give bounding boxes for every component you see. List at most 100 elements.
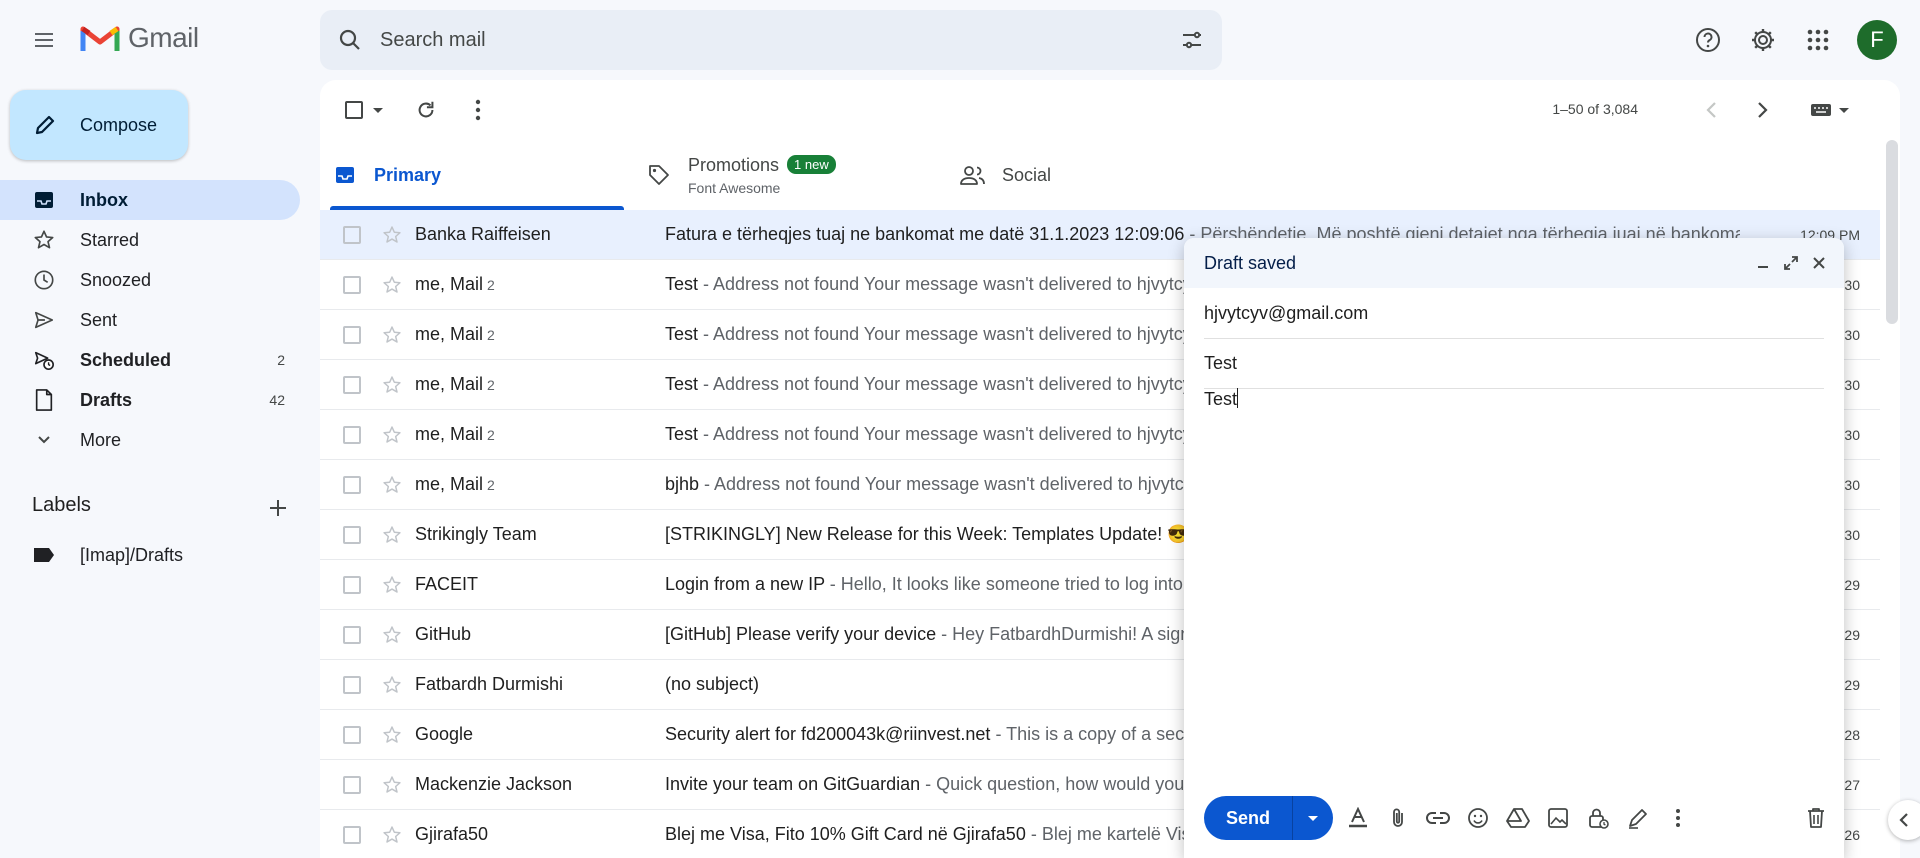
close-icon[interactable] [1806, 250, 1832, 276]
email-subject: Test [665, 374, 699, 394]
row-checkbox[interactable] [343, 475, 361, 494]
sidebar-item-starred[interactable]: Starred [0, 220, 300, 260]
star-icon[interactable] [380, 725, 404, 745]
emoji-icon[interactable] [1464, 804, 1492, 832]
star-icon[interactable] [380, 775, 404, 795]
list-scrollbar[interactable] [1886, 140, 1898, 324]
gmail-logo[interactable]: Gmail [80, 22, 199, 54]
minimize-icon[interactable] [1750, 250, 1776, 276]
compose-button[interactable]: Compose [10, 90, 188, 160]
caret-down-icon [373, 108, 383, 113]
star-icon[interactable] [380, 625, 404, 645]
select-all-checkbox[interactable] [340, 92, 390, 128]
email-subject: Login from a new IP [665, 574, 825, 594]
fullscreen-icon[interactable] [1778, 250, 1804, 276]
thread-count: 2 [487, 427, 495, 443]
star-icon[interactable] [380, 825, 404, 845]
subject-field[interactable]: Test [1204, 338, 1824, 389]
tab-primary[interactable]: Primary [330, 140, 624, 210]
row-checkbox[interactable] [343, 325, 361, 344]
email-subject: Invite your team on GitGuardian [665, 774, 921, 794]
star-icon[interactable] [380, 225, 404, 245]
email-sender: Banka Raiffeisen [415, 224, 551, 244]
settings-gear-icon[interactable] [1743, 20, 1783, 60]
email-sender: Gjirafa50 [415, 824, 489, 844]
row-checkbox[interactable] [343, 225, 361, 244]
search-input[interactable]: Search mail [380, 29, 1162, 52]
send-button-group: Send [1204, 796, 1333, 840]
more-options-icon[interactable] [1664, 804, 1692, 832]
confidential-mode-icon[interactable] [1584, 804, 1612, 832]
message-body[interactable]: Test [1204, 388, 1239, 410]
more-vert-icon[interactable] [460, 92, 496, 128]
side-panel-chevron-left-icon[interactable] [1888, 800, 1920, 840]
main-menu-button[interactable] [24, 20, 64, 60]
row-checkbox[interactable] [343, 425, 361, 444]
tab-promotions[interactable]: Promotions 1 new Font Awesome [644, 140, 938, 210]
sidebar-label-imap-drafts[interactable]: [Imap]/Drafts [32, 535, 183, 575]
sidebar-item-drafts[interactable]: Drafts 42 [0, 380, 300, 420]
row-checkbox[interactable] [343, 275, 361, 294]
attach-file-icon[interactable] [1384, 804, 1412, 832]
search-options-icon[interactable] [1162, 28, 1222, 52]
row-checkbox[interactable] [343, 675, 361, 694]
compose-header[interactable]: Draft saved [1184, 238, 1844, 288]
star-icon[interactable] [380, 675, 404, 695]
signature-pen-icon[interactable] [1624, 804, 1652, 832]
send-button[interactable]: Send [1204, 796, 1292, 840]
discard-draft-trash-icon[interactable] [1802, 804, 1830, 832]
google-drive-icon[interactable] [1504, 804, 1532, 832]
compose-window: Draft saved hjvytcyv@gmail.com Test Test… [1184, 238, 1844, 858]
send-options-dropdown[interactable] [1292, 796, 1333, 840]
row-checkbox[interactable] [343, 775, 361, 794]
email-subject: [STRIKINGLY] New Release for this Week: … [665, 524, 1190, 544]
row-checkbox[interactable] [343, 525, 361, 544]
sidebar-nav: Inbox Starred Snoozed Sent Scheduled 2 D… [0, 180, 300, 460]
add-label-plus-icon[interactable] [264, 494, 292, 522]
email-sender: me, Mail 2 [415, 374, 495, 394]
star-icon[interactable] [380, 475, 404, 495]
email-sender: me, Mail 2 [415, 274, 495, 294]
row-checkbox[interactable] [343, 825, 361, 844]
email-subject: Test [665, 274, 699, 294]
draft-icon [32, 388, 56, 412]
star-icon[interactable] [380, 325, 404, 345]
sidebar-item-inbox[interactable]: Inbox [0, 180, 300, 220]
recipient-field[interactable]: hjvytcyv@gmail.com [1204, 288, 1824, 339]
star-icon[interactable] [380, 525, 404, 545]
search-icon[interactable] [320, 28, 380, 52]
help-icon[interactable] [1688, 20, 1728, 60]
send-icon [32, 308, 56, 332]
sidebar-item-scheduled[interactable]: Scheduled 2 [0, 340, 300, 380]
people-icon [958, 164, 988, 186]
pencil-icon [10, 113, 80, 137]
email-sender: me, Mail 2 [415, 324, 495, 344]
list-toolbar: 1–50 of 3,084 [320, 80, 1900, 140]
email-time: 30 [1844, 426, 1860, 443]
insert-link-icon[interactable] [1424, 804, 1452, 832]
tab-social[interactable]: Social [958, 140, 1252, 210]
row-checkbox[interactable] [343, 725, 361, 744]
star-icon[interactable] [380, 425, 404, 445]
newer-chevron-left-icon[interactable] [1694, 92, 1730, 128]
sidebar-item-more[interactable]: More [0, 420, 300, 460]
formatting-options-icon[interactable] [1344, 804, 1372, 832]
row-checkbox[interactable] [343, 575, 361, 594]
star-icon[interactable] [380, 375, 404, 395]
insert-photo-icon[interactable] [1544, 804, 1572, 832]
email-subject: Blej me Visa, Fito 10% Gift Card në Gjir… [665, 824, 1026, 844]
input-tools-keyboard-icon[interactable] [1800, 92, 1860, 128]
compose-title: Draft saved [1204, 252, 1297, 273]
apps-grid-icon[interactable] [1798, 20, 1838, 60]
row-checkbox[interactable] [343, 375, 361, 394]
star-icon[interactable] [380, 275, 404, 295]
row-checkbox[interactable] [343, 625, 361, 644]
account-avatar[interactable]: F [1857, 20, 1897, 60]
star-icon[interactable] [380, 575, 404, 595]
refresh-icon[interactable] [408, 92, 444, 128]
sidebar-item-sent[interactable]: Sent [0, 300, 300, 340]
thread-count: 2 [487, 377, 495, 393]
sidebar-item-snoozed[interactable]: Snoozed [0, 260, 300, 300]
older-chevron-right-icon[interactable] [1744, 92, 1780, 128]
search-bar[interactable]: Search mail [320, 10, 1222, 70]
